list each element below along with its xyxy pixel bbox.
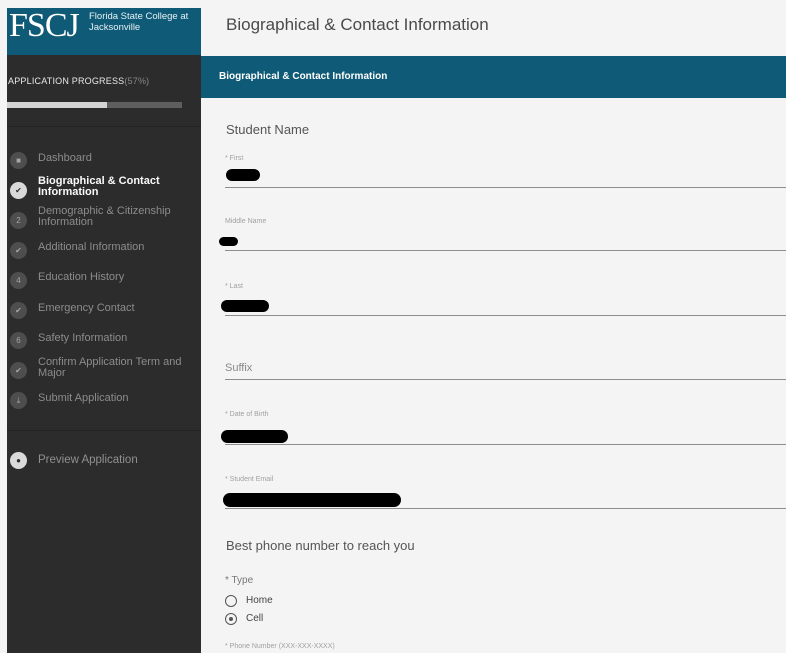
- field-underline: [225, 315, 786, 316]
- progress-bar: [7, 102, 182, 108]
- student-email-label: * Student Email: [225, 476, 274, 483]
- preview-application-button[interactable]: ● Preview Application: [7, 451, 201, 481]
- middle-name-label: Middle Name: [225, 218, 267, 225]
- step-additional-information[interactable]: ✔ Additional Information: [7, 234, 201, 264]
- fscj-logo: FSCJ Florida State College at Jacksonvil…: [7, 7, 201, 55]
- sidebar-divider: [7, 126, 201, 127]
- progress-percent: (57%): [124, 76, 150, 86]
- sidebar-divider: [7, 430, 201, 431]
- last-name-field[interactable]: * Last: [221, 283, 786, 318]
- check-icon: ✔: [10, 302, 27, 319]
- suffix-placeholder: Suffix: [225, 362, 253, 374]
- radio-unchecked-icon: [225, 595, 237, 607]
- date-of-birth-field[interactable]: * Date of Birth: [221, 411, 786, 449]
- check-icon: ✔: [10, 182, 27, 199]
- student-name-heading: Student Name: [226, 122, 310, 137]
- preview-label: Preview Application: [38, 454, 138, 466]
- step-biographical-contact[interactable]: ✔ Biographical & Contact Information: [7, 174, 201, 204]
- phone-number-label: * Phone Number (XXX-XXX-XXXX): [225, 643, 335, 650]
- step-number-badge: 6: [10, 332, 27, 349]
- step-label: Safety Information: [38, 332, 128, 344]
- page-title: Biographical & Contact Information: [226, 15, 489, 34]
- step-emergency-contact[interactable]: ✔ Emergency Contact: [7, 294, 201, 324]
- step-education-history[interactable]: 4 Education History: [7, 264, 201, 294]
- field-underline: [225, 379, 786, 380]
- step-label: Confirm Application Term and Major: [38, 356, 182, 379]
- suffix-field[interactable]: Suffix: [225, 362, 786, 384]
- step-submit-application[interactable]: ⤓ Submit Application: [7, 384, 201, 414]
- progress-title: APPLICATION PROGRESS: [8, 76, 125, 86]
- step-label: Additional Information: [38, 241, 145, 253]
- redacted-value: [221, 300, 269, 312]
- step-label: Demographic & Citizenship Information: [38, 205, 171, 228]
- logo-text: Florida State College at Jacksonville: [89, 11, 189, 33]
- application-progress-label: APPLICATION PROGRESS(57%): [8, 76, 149, 86]
- progress-bar-fill: [7, 102, 107, 108]
- step-label: Biographical & Contact Information: [38, 175, 160, 198]
- section-header-title: Biographical & Contact Information: [219, 71, 388, 82]
- last-name-label: * Last: [225, 283, 243, 290]
- step-number-badge: 2: [10, 212, 27, 229]
- eye-icon: ●: [10, 452, 27, 469]
- step-label: Submit Application: [38, 392, 129, 404]
- download-icon: ⤓: [10, 392, 27, 409]
- logo-mark: FSCJ: [9, 7, 80, 44]
- radio-label: Home: [246, 595, 273, 606]
- middle-name-field[interactable]: Middle Name: [219, 218, 786, 253]
- step-safety-information[interactable]: 6 Safety Information: [7, 324, 201, 354]
- section-header: Biographical & Contact Information: [201, 56, 786, 98]
- field-underline: [225, 444, 786, 445]
- first-name-label: * First: [225, 155, 244, 162]
- step-label: Dashboard: [38, 152, 92, 164]
- step-number-badge: 4: [10, 272, 27, 289]
- redacted-value: [223, 493, 401, 507]
- field-underline: [225, 187, 786, 188]
- redacted-value: [226, 169, 260, 181]
- check-icon: ✔: [10, 242, 27, 259]
- field-underline: [225, 250, 786, 251]
- step-dashboard[interactable]: ■ Dashboard: [7, 144, 201, 174]
- student-email-field[interactable]: * Student Email: [223, 476, 786, 514]
- phone-type-label: * Type: [225, 575, 254, 586]
- step-label: Education History: [38, 271, 125, 283]
- first-name-field[interactable]: * First: [225, 155, 786, 190]
- check-icon: ✔: [10, 362, 27, 379]
- redacted-value: [221, 430, 288, 443]
- dashboard-icon: ■: [10, 152, 27, 169]
- step-confirm-term-major[interactable]: ✔ Confirm Application Term and Major: [7, 354, 201, 384]
- radio-label: Cell: [246, 613, 264, 624]
- field-underline: [225, 508, 786, 509]
- redacted-value: [219, 237, 238, 246]
- radio-checked-icon: [225, 613, 237, 625]
- date-of-birth-label: * Date of Birth: [225, 411, 269, 418]
- step-demographic-citizenship[interactable]: 2 Demographic & Citizenship Information: [7, 204, 201, 234]
- step-label: Emergency Contact: [38, 302, 135, 314]
- sidebar: FSCJ Florida State College at Jacksonvil…: [7, 7, 201, 653]
- phone-heading: Best phone number to reach you: [226, 538, 415, 553]
